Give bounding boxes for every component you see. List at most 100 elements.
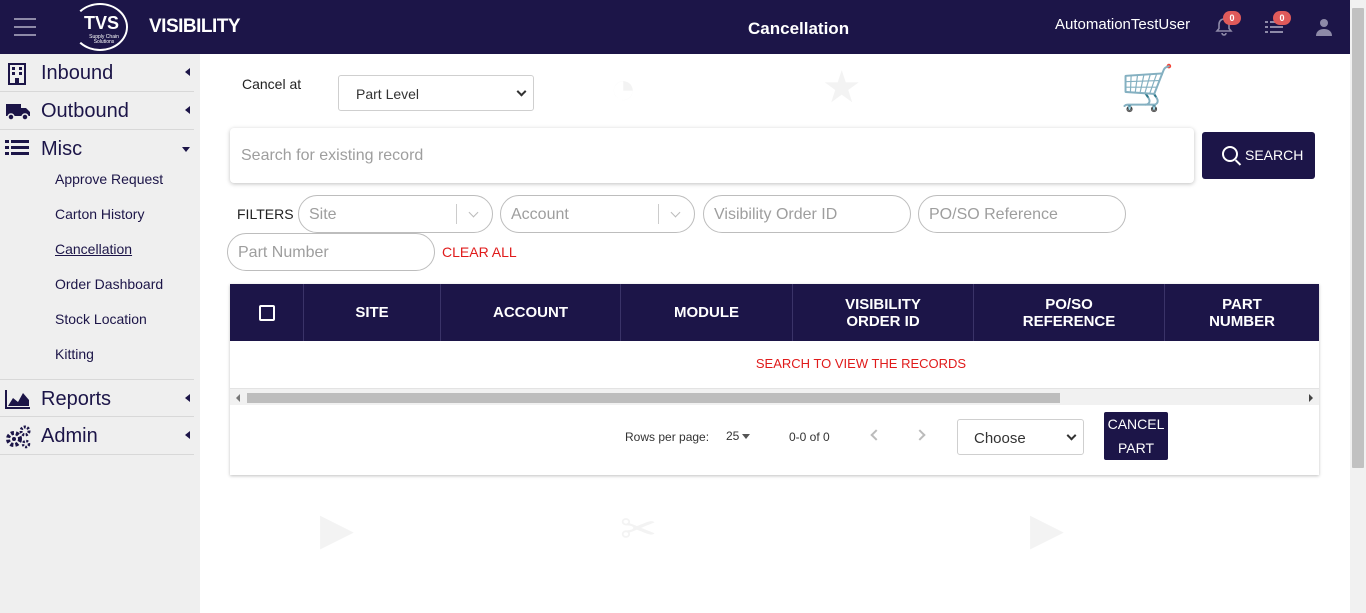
filters-label: FILTERS [237, 206, 294, 222]
chevron-down-icon [182, 147, 190, 152]
chevron-left-icon [185, 68, 190, 76]
background-pattern: ▶ [320, 505, 354, 554]
top-header: TVS Supply Chain Solutions VISIBILITY Ca… [0, 0, 1350, 54]
background-pattern: ▶ [1030, 505, 1064, 554]
column-header-account[interactable]: ACCOUNT [441, 284, 621, 341]
action-select[interactable]: Choose [957, 419, 1084, 455]
action-select-value: Choose [974, 430, 1026, 447]
hamburger-menu-icon[interactable] [14, 18, 36, 36]
list-icon [5, 138, 29, 160]
sidebar-subitem-cancellation[interactable]: Cancellation [55, 241, 132, 257]
logo-text: TVS [84, 13, 120, 33]
sidebar-label-inbound: Inbound [41, 62, 114, 84]
part-number-field[interactable]: Part Number [227, 233, 435, 271]
tvs-logo: TVS Supply Chain Solutions [72, 3, 128, 51]
sidebar-item-outbound[interactable]: Outbound [0, 92, 194, 130]
area-chart-icon [5, 388, 30, 410]
horizontal-scrollbar[interactable] [230, 388, 1319, 405]
chevron-down-icon [670, 207, 681, 218]
cancel-at-select[interactable]: Part Level [338, 75, 534, 111]
scrollbar-thumb[interactable] [247, 393, 1060, 403]
background-pattern: ✂ [620, 505, 657, 554]
sidebar-item-reports[interactable]: Reports [0, 379, 194, 417]
gears-icon [5, 425, 31, 449]
chevron-down-icon [1066, 430, 1077, 441]
sidebar-subitem-approve-request[interactable]: Approve Request [55, 171, 163, 187]
search-bar [230, 128, 1194, 183]
scroll-right-arrow[interactable] [1309, 394, 1313, 402]
visibility-order-id-field[interactable]: Visibility Order ID [703, 195, 911, 233]
search-button[interactable]: SEARCH [1202, 132, 1315, 179]
task-badge: 0 [1273, 11, 1291, 25]
brand-name: VISIBILITY [149, 16, 241, 37]
column-header-visibility-order-id[interactable]: VISIBILITY ORDER ID [793, 284, 974, 341]
bell-icon[interactable]: 0 [1213, 11, 1241, 38]
po-so-reference-field[interactable]: PO/SO Reference [918, 195, 1126, 233]
sidebar-label-outbound: Outbound [41, 100, 129, 122]
window-scrollbar-thumb[interactable] [1352, 8, 1364, 468]
sidebar-label-admin: Admin [41, 425, 98, 447]
sidebar-subitem-order-dashboard[interactable]: Order Dashboard [55, 276, 163, 292]
search-button-label: SEARCH [1245, 147, 1304, 163]
next-page-icon[interactable] [914, 429, 926, 441]
prev-page-icon[interactable] [870, 429, 882, 441]
cancel-part-button[interactable]: CANCEL PART [1104, 412, 1168, 460]
sidebar-item-admin[interactable]: Admin [0, 417, 194, 455]
window-scrollbar[interactable] [1350, 0, 1366, 613]
sidebar-label-reports: Reports [41, 388, 112, 410]
sidebar-subitem-kitting[interactable]: Kitting [55, 346, 94, 362]
records-table: SITE ACCOUNT MODULE VISIBILITY ORDER ID … [230, 284, 1319, 475]
site-filter[interactable]: Site [298, 195, 493, 233]
search-input[interactable] [230, 128, 1194, 183]
background-pattern: ★ [822, 63, 862, 112]
scroll-left-arrow[interactable] [236, 394, 240, 402]
pagination-range: 0-0 of 0 [789, 430, 830, 444]
account-filter[interactable]: Account [500, 195, 695, 233]
background-pattern: ◔ [610, 64, 637, 113]
chevron-left-icon [185, 431, 190, 439]
column-header-part-number[interactable]: PART NUMBER [1165, 284, 1319, 341]
sidebar-subitem-stock-location[interactable]: Stock Location [55, 311, 147, 327]
task-list-icon[interactable]: 0 [1263, 11, 1291, 38]
empty-table-message: SEARCH TO VIEW THE RECORDS [755, 356, 967, 371]
table-pagination: Rows per page: 25 0-0 of 0 Choose CANCEL… [230, 406, 1319, 475]
filter-separator [658, 204, 659, 224]
clear-all-link[interactable]: CLEAR ALL [442, 244, 517, 260]
visibility-order-id-placeholder: Visibility Order ID [714, 206, 838, 223]
chevron-down-icon [516, 86, 527, 97]
po-so-reference-placeholder: PO/SO Reference [929, 206, 1058, 223]
caret-down-icon [742, 434, 751, 440]
column-header-module[interactable]: MODULE [621, 284, 793, 341]
sidebar-subitem-carton-history[interactable]: Carton History [55, 206, 144, 222]
notification-badge: 0 [1223, 11, 1241, 25]
search-icon [1222, 146, 1238, 162]
select-all-cell [230, 284, 304, 341]
table-header: SITE ACCOUNT MODULE VISIBILITY ORDER ID … [230, 284, 1319, 341]
user-avatar-icon[interactable] [1313, 16, 1335, 38]
page-title: Cancellation [748, 19, 850, 38]
rows-per-page-select[interactable]: 25 [726, 429, 751, 443]
chevron-left-icon [185, 394, 190, 402]
cancel-at-value: Part Level [356, 86, 420, 102]
logo-subtext: Supply Chain Solutions [89, 34, 119, 45]
rows-per-page-label: Rows per page: [625, 430, 710, 444]
chevron-down-icon [468, 207, 479, 218]
select-all-checkbox[interactable] [258, 304, 275, 321]
filter-separator [456, 204, 457, 224]
site-filter-placeholder: Site [309, 206, 337, 223]
part-number-placeholder: Part Number [238, 244, 329, 261]
account-filter-placeholder: Account [511, 206, 569, 223]
sidebar-item-inbound[interactable]: Inbound [0, 54, 194, 92]
cancel-at-label: Cancel at [242, 76, 302, 92]
sidebar-item-misc[interactable]: Misc [0, 130, 194, 168]
chevron-left-icon [185, 106, 190, 114]
background-pattern: 🛒 [1120, 64, 1175, 113]
sidebar: Inbound Outbound Misc Approve Request Ca… [0, 54, 200, 613]
truck-icon [5, 100, 30, 122]
main-content: ◔ ★ 🛒 ▶ ✂ ▶ Cancel at Part Level SEARCH … [200, 54, 1350, 613]
building-icon [5, 62, 29, 85]
sidebar-label-misc: Misc [41, 138, 83, 160]
column-header-po-so-reference[interactable]: PO/SO REFERENCE [974, 284, 1165, 341]
user-name[interactable]: AutomationTestUser [1055, 16, 1190, 33]
column-header-site[interactable]: SITE [304, 284, 441, 341]
